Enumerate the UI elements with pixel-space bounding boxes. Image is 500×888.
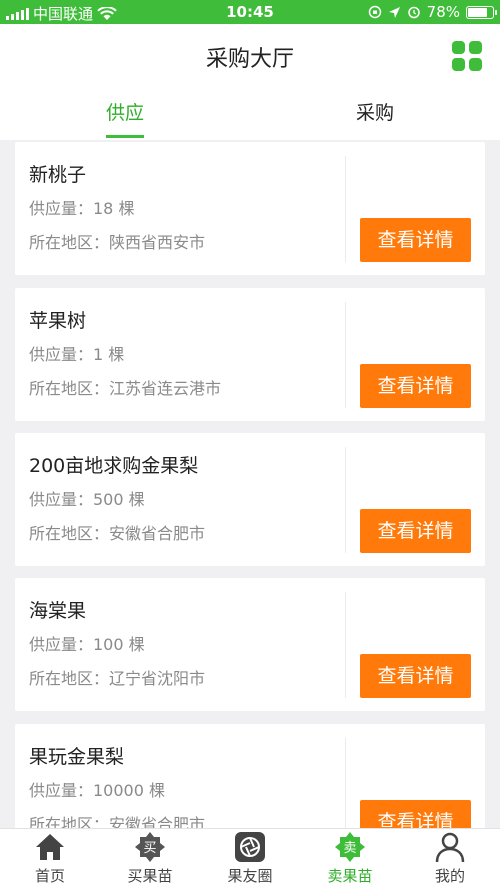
list-item[interactable]: 苹果树 供应量：1 棵 所在地区：江苏省连云港市 查看详情 <box>15 288 485 421</box>
tabbar-item-home[interactable]: 首页 <box>0 829 100 888</box>
divider <box>345 156 346 262</box>
orientation-lock-icon <box>368 5 381 19</box>
grid-cell <box>452 58 465 71</box>
sell-badge-text: 卖 <box>343 841 356 856</box>
item-name: 果玩金果梨 <box>29 746 125 768</box>
list-item[interactable]: 200亩地求购金果梨 供应量：500 棵 所在地区：安徽省合肥市 查看详情 <box>15 433 485 566</box>
tab-supply[interactable]: 供应 <box>0 88 250 140</box>
tabbar-label: 买果苗 <box>127 867 173 885</box>
battery-icon <box>466 5 497 19</box>
view-details-button[interactable]: 查看详情 <box>360 800 471 828</box>
supply-list[interactable]: 新桃子 供应量：18 棵 所在地区：陕西省西安市 查看详情 苹果树 供应量：1 … <box>0 140 500 828</box>
tabbar-label: 卖果苗 <box>327 867 373 885</box>
tabbar-item-fruit-circle[interactable]: 果友圈 <box>200 829 300 888</box>
view-details-button[interactable]: 查看详情 <box>360 218 471 262</box>
status-right: 78% <box>368 3 497 21</box>
view-details-button[interactable]: 查看详情 <box>360 654 471 698</box>
nav-bar: 采购大厅 <box>0 24 500 88</box>
item-name: 200亩地求购金果梨 <box>29 455 199 477</box>
divider <box>345 592 346 698</box>
tabbar-label: 首页 <box>34 867 65 885</box>
home-icon <box>36 834 64 860</box>
status-bar: 中国联通 10:45 78% <box>0 0 500 24</box>
grid-cell <box>469 41 482 54</box>
segment-tabs: 供应 采购 <box>0 88 500 140</box>
item-supply: 供应量：500 棵 <box>29 490 145 509</box>
item-supply: 供应量：10000 棵 <box>29 781 165 800</box>
tab-purchase[interactable]: 采购 <box>250 88 500 140</box>
item-region: 所在地区：江苏省连云港市 <box>29 379 222 398</box>
view-details-button[interactable]: 查看详情 <box>360 364 471 408</box>
camera-shutter-icon <box>235 832 265 862</box>
item-name: 海棠果 <box>29 600 87 622</box>
alarm-icon <box>407 6 420 19</box>
tabbar-label: 果友圈 <box>227 867 273 885</box>
grid-menu-icon[interactable] <box>452 41 482 71</box>
list-item[interactable]: 海棠果 供应量：100 棵 所在地区：辽宁省沈阳市 查看详情 <box>15 578 485 711</box>
item-supply: 供应量：100 棵 <box>29 635 145 654</box>
item-region: 所在地区：安徽省合肥市 <box>29 524 206 543</box>
item-supply: 供应量：1 棵 <box>29 345 125 364</box>
item-region: 所在地区：陕西省西安市 <box>29 233 206 252</box>
list-item[interactable]: 果玩金果梨 供应量：10000 棵 所在地区：安徽省合肥市 查看详情 <box>15 724 485 828</box>
grid-cell <box>469 58 482 71</box>
location-arrow-icon <box>388 6 400 18</box>
item-supply: 供应量：18 棵 <box>29 199 135 218</box>
divider <box>345 738 346 828</box>
grid-cell <box>452 41 465 54</box>
tabbar-item-buy-seedlings[interactable]: 买 买果苗 <box>100 829 200 888</box>
tabbar-item-sell-seedlings[interactable]: 卖 卖果苗 <box>300 829 400 888</box>
view-details-button[interactable]: 查看详情 <box>360 509 471 553</box>
item-region: 所在地区：安徽省合肥市 <box>29 815 206 828</box>
bottom-tab-bar: 首页 买 买果苗 果友圈 卖 卖果苗 我的 <box>0 828 500 888</box>
buy-seedling-icon: 买 <box>135 832 165 862</box>
tabbar-item-mine[interactable]: 我的 <box>400 829 500 888</box>
item-region: 所在地区：辽宁省沈阳市 <box>29 669 206 688</box>
divider <box>345 302 346 408</box>
tabbar-label: 我的 <box>434 867 465 885</box>
list-item[interactable]: 新桃子 供应量：18 棵 所在地区：陕西省西安市 查看详情 <box>15 142 485 275</box>
page-title: 采购大厅 <box>205 47 294 72</box>
battery-percent: 78% <box>426 3 460 21</box>
item-name: 新桃子 <box>29 164 87 186</box>
sell-seedling-icon: 卖 <box>335 832 365 862</box>
battery-fill <box>468 7 487 17</box>
divider <box>345 447 346 553</box>
user-icon <box>435 832 465 863</box>
buy-badge-text: 买 <box>143 841 156 856</box>
item-name: 苹果树 <box>29 310 87 332</box>
